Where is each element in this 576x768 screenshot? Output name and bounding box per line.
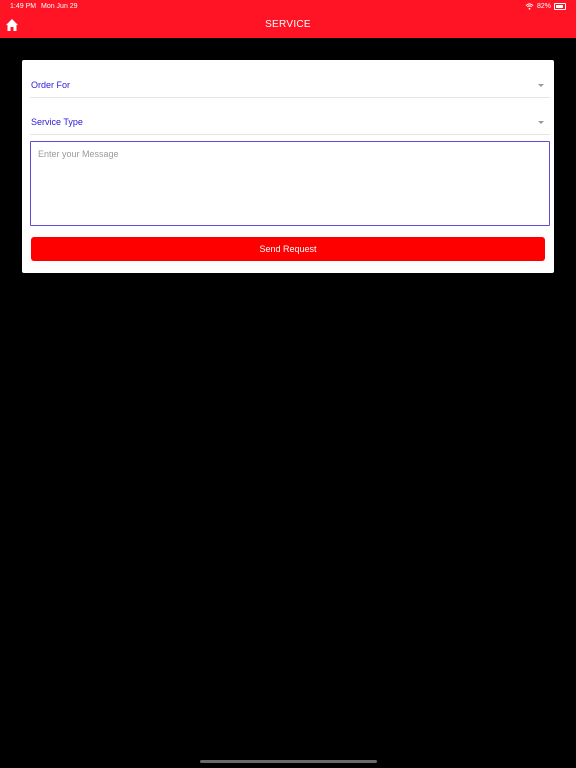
battery-fill (556, 5, 563, 8)
order-for-select[interactable]: Order For (30, 77, 550, 98)
send-request-button[interactable]: Send Request (31, 237, 545, 261)
service-form-card: Order For Service Type Enter your Messag… (22, 60, 554, 273)
wifi-icon (525, 3, 534, 10)
status-bar: 1:49 PM Mon Jun 29 82% (0, 0, 576, 13)
service-type-select[interactable]: Service Type (30, 114, 550, 135)
page-title: SERVICE (265, 19, 311, 30)
status-date: Mon Jun 29 (41, 3, 78, 10)
battery-percent: 82% (536, 3, 551, 10)
order-for-label: Order For (31, 80, 71, 90)
battery-icon (554, 3, 566, 10)
message-input[interactable]: Enter your Message (30, 141, 550, 226)
chevron-down-icon (538, 121, 544, 124)
status-time: 1:49 PM (10, 3, 37, 10)
home-indicator (200, 760, 377, 763)
app-header: 1:49 PM Mon Jun 29 82% SERVICE (0, 0, 576, 38)
message-placeholder: Enter your Message (38, 149, 119, 159)
service-type-label: Service Type (31, 117, 83, 127)
chevron-down-icon (538, 84, 544, 87)
status-indicators: 82% (525, 3, 566, 10)
